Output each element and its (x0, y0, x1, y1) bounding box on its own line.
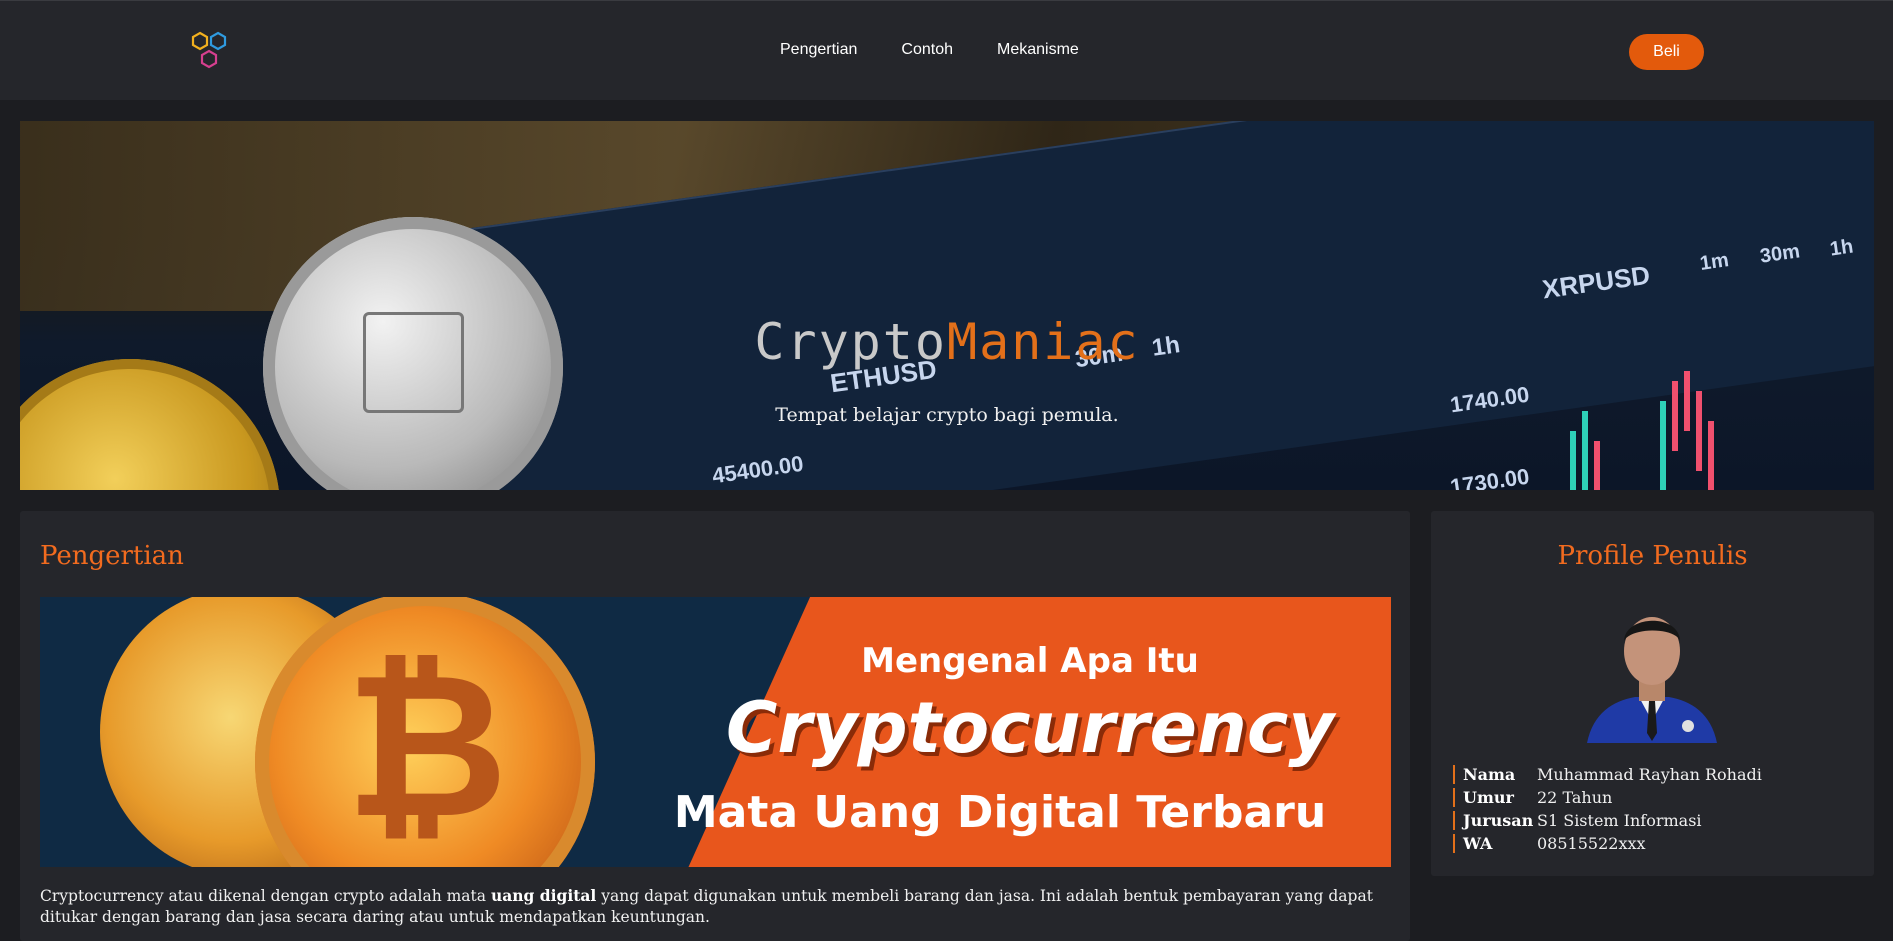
profile-card: Profile Penulis Nama Muhammad Rayhan Roh… (1431, 511, 1874, 876)
profile-value-umur: 22 Tahun (1537, 788, 1613, 807)
main-content-card: Pengertian ₿ Mengenal Apa Itu Cryptocurr… (20, 511, 1410, 941)
profile-row-jurusan: Jurusan S1 Sistem Informasi (1453, 809, 1762, 832)
profile-value-wa: 08515522xxx (1537, 834, 1646, 853)
candlestick-chart-icon (1570, 371, 1714, 490)
hero-banner: ETHUSD XRPUSD 45400.00 1740.00 1730.00 3… (20, 121, 1874, 490)
profile-title: Profile Penulis (1557, 541, 1748, 571)
hero-title-part1: Crypto (754, 313, 947, 371)
bitcoin-icon: ₿ (345, 630, 508, 863)
profile-row-umur: Umur 22 Tahun (1453, 786, 1762, 809)
nav-link-pengertian[interactable]: Pengertian (780, 41, 857, 59)
profile-value-jurusan: S1 Sistem Informasi (1537, 811, 1702, 830)
nav-links: Pengertian Contoh Mekanisme (780, 41, 1079, 59)
nav-link-contoh[interactable]: Contoh (901, 41, 953, 59)
paragraph-text-bold: uang digital (490, 886, 597, 905)
chart-label-price-3: 1730.00 (1448, 463, 1531, 490)
banner-line1: Mengenal Apa Itu (861, 641, 1199, 681)
profile-key-umur: Umur (1453, 788, 1537, 807)
nav-link-mekanisme[interactable]: Mekanisme (997, 41, 1079, 59)
profile-details: Nama Muhammad Rayhan Rohadi Umur 22 Tahu… (1453, 763, 1762, 855)
chart-label-tf-1h-b: 1h (1828, 235, 1855, 261)
profile-key-nama: Nama (1453, 765, 1537, 784)
buy-button[interactable]: Beli (1629, 34, 1704, 70)
hero-title-part2: Maniac (947, 313, 1140, 371)
author-avatar (1587, 617, 1717, 743)
profile-key-jurusan: Jurusan (1453, 811, 1537, 830)
section-title-pengertian: Pengertian (40, 541, 184, 571)
hero-title: CryptoManiac (20, 313, 1874, 371)
profile-row-wa: WA 08515522xxx (1453, 832, 1762, 855)
hexagon-cluster-logo-icon[interactable] (190, 31, 230, 73)
banner-line3: Mata Uang Digital Terbaru (673, 787, 1327, 838)
navbar: Pengertian Contoh Mekanisme Beli (0, 0, 1893, 100)
pengertian-paragraph: Cryptocurrency atau dikenal dengan crypt… (40, 885, 1391, 928)
banner-line2: Cryptocurrency (726, 687, 1334, 769)
profile-value-nama: Muhammad Rayhan Rohadi (1537, 765, 1762, 784)
paragraph-text-before: Cryptocurrency atau dikenal dengan crypt… (40, 887, 491, 905)
profile-row-nama: Nama Muhammad Rayhan Rohadi (1453, 763, 1762, 786)
chart-label-tf-1m: 1m (1698, 249, 1731, 275)
hero-subtitle: Tempat belajar crypto bagi pemula. (775, 404, 1119, 426)
cryptocurrency-banner-image: ₿ Mengenal Apa Itu Cryptocurrency Mata U… (40, 597, 1391, 867)
profile-key-wa: WA (1453, 834, 1537, 853)
